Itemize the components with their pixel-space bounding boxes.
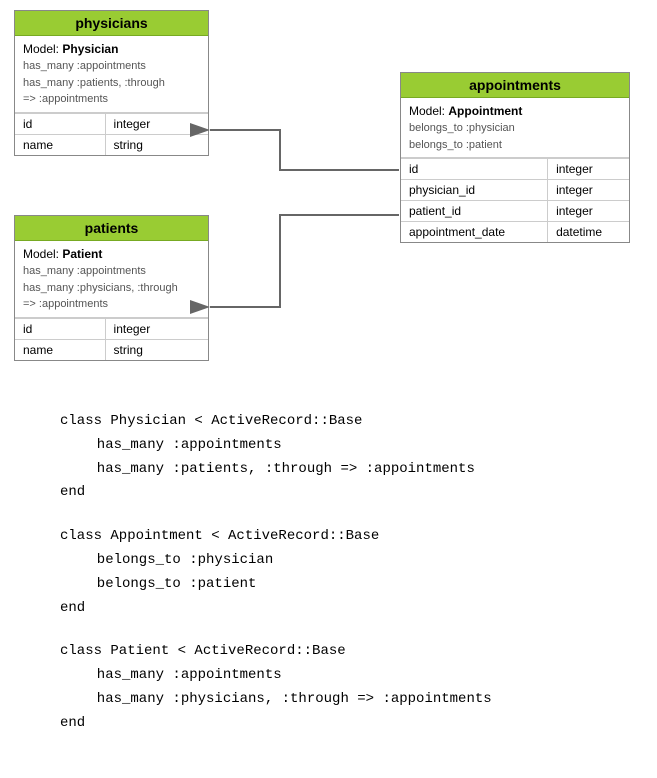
cell: integer <box>105 318 208 339</box>
patients-model-label: Model: <box>23 247 59 261</box>
code-line: end <box>60 597 597 621</box>
physicians-rows: id integer name string <box>15 113 208 155</box>
code-line: class Appointment < ActiveRecord::Base <box>60 525 597 549</box>
code-line: end <box>60 481 597 505</box>
physicians-model-name: Physician <box>62 42 118 56</box>
patients-assoc1: has_many :appointments <box>23 263 200 280</box>
cell: datetime <box>548 222 629 243</box>
table-row: id integer <box>15 113 208 134</box>
cell: name <box>15 134 105 155</box>
code-line: has_many :physicians, :through => :appoi… <box>60 688 597 712</box>
code-block-physician: class Physician < ActiveRecord::Base has… <box>60 410 597 505</box>
cell: name <box>15 339 105 360</box>
cell: integer <box>548 201 629 222</box>
table-row: name string <box>15 339 208 360</box>
cell: id <box>15 113 105 134</box>
cell: string <box>105 339 208 360</box>
cell: integer <box>548 180 629 201</box>
table-row: name string <box>15 134 208 155</box>
code-line: has_many :appointments <box>60 434 597 458</box>
cell: physician_id <box>401 180 548 201</box>
code-section: class Physician < ActiveRecord::Base has… <box>0 390 657 776</box>
table-row: id integer <box>401 159 629 180</box>
code-block-patient: class Patient < ActiveRecord::Base has_m… <box>60 640 597 735</box>
patients-assoc2: has_many :physicians, :through <box>23 280 200 297</box>
table-row: appointment_date datetime <box>401 222 629 243</box>
cell: integer <box>548 159 629 180</box>
patients-assoc3: => :appointments <box>23 296 200 313</box>
code-line: end <box>60 712 597 736</box>
appointments-model-name: Appointment <box>448 104 522 118</box>
appointments-info: Model: Appointment belongs_to :physician… <box>401 98 629 158</box>
code-line: class Patient < ActiveRecord::Base <box>60 640 597 664</box>
physicians-info: Model: Physician has_many :appointments … <box>15 36 208 113</box>
appointments-assoc1: belongs_to :physician <box>409 120 621 137</box>
physicians-model-label: Model: <box>23 42 59 56</box>
table-row: patient_id integer <box>401 201 629 222</box>
cell: appointment_date <box>401 222 548 243</box>
physicians-header: physicians <box>15 11 208 36</box>
arrow-appointments-patients <box>210 215 399 307</box>
code-line: has_many :patients, :through => :appoint… <box>60 458 597 482</box>
cell: integer <box>105 113 208 134</box>
patients-header: patients <box>15 216 208 241</box>
appointments-model-label: Model: <box>409 104 445 118</box>
appointments-assoc2: belongs_to :patient <box>409 137 621 154</box>
appointments-entity: appointments Model: Appointment belongs_… <box>400 72 630 243</box>
code-line: class Physician < ActiveRecord::Base <box>60 410 597 434</box>
cell: string <box>105 134 208 155</box>
table-row: id integer <box>15 318 208 339</box>
appointments-header: appointments <box>401 73 629 98</box>
code-line: belongs_to :patient <box>60 573 597 597</box>
code-block-appointment: class Appointment < ActiveRecord::Base b… <box>60 525 597 620</box>
physicians-assoc1: has_many :appointments <box>23 58 200 75</box>
patients-entity: patients Model: Patient has_many :appoin… <box>14 215 209 361</box>
physicians-assoc3: => :appointments <box>23 91 200 108</box>
patients-model-name: Patient <box>62 247 102 261</box>
physicians-assoc2: has_many :patients, :through <box>23 75 200 92</box>
cell: id <box>15 318 105 339</box>
patients-info: Model: Patient has_many :appointments ha… <box>15 241 208 318</box>
arrow-appointments-physicians <box>210 130 399 170</box>
appointments-rows: id integer physician_id integer patient_… <box>401 158 629 242</box>
table-row: physician_id integer <box>401 180 629 201</box>
code-line: belongs_to :physician <box>60 549 597 573</box>
cell: patient_id <box>401 201 548 222</box>
cell: id <box>401 159 548 180</box>
physicians-entity: physicians Model: Physician has_many :ap… <box>14 10 209 156</box>
code-line: has_many :appointments <box>60 664 597 688</box>
patients-rows: id integer name string <box>15 318 208 360</box>
diagram-area: physicians Model: Physician has_many :ap… <box>0 0 657 390</box>
